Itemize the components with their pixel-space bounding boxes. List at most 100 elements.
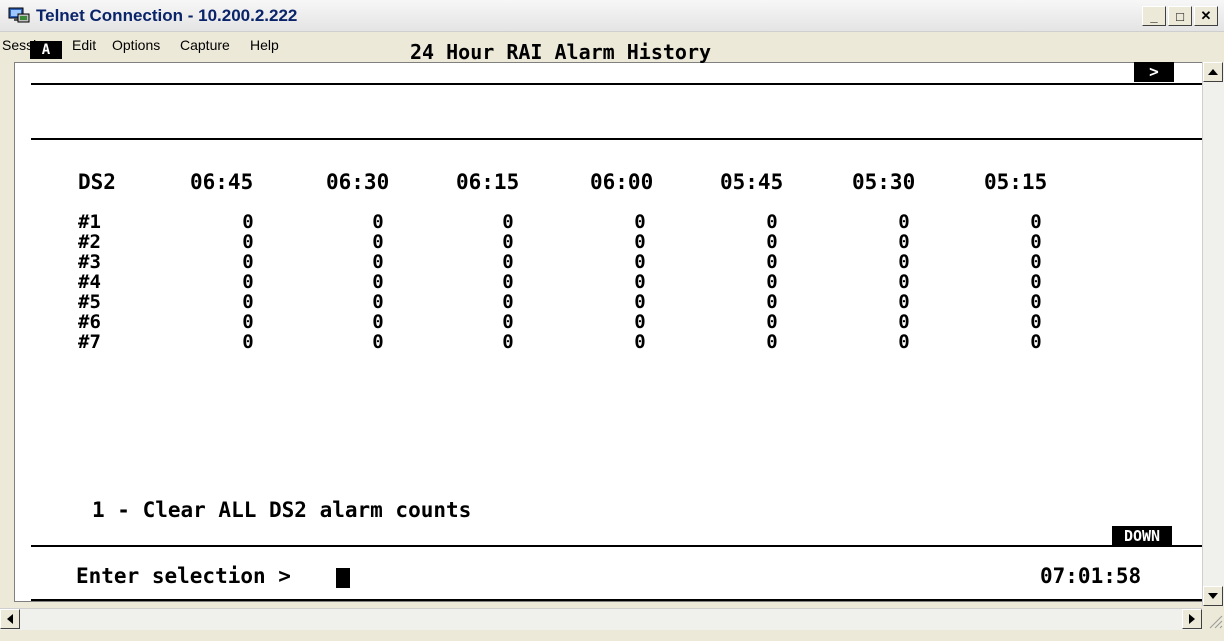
alarm-count-cell: 0 <box>242 291 254 313</box>
alarm-count-cell: 0 <box>634 331 646 353</box>
column-header-time: 05:15 <box>984 170 1048 194</box>
close-icon: ✕ <box>1200 8 1212 23</box>
row-label: #5 <box>78 291 101 313</box>
menu-options[interactable]: Options <box>112 37 160 53</box>
column-header-time: 06:00 <box>590 170 654 194</box>
page-down-indicator[interactable]: DOWN <box>1112 526 1172 546</box>
alarm-count-cell: 0 <box>1030 291 1042 313</box>
alarm-count-cell: 0 <box>898 251 910 273</box>
column-header-time: 06:45 <box>190 170 254 194</box>
alarm-count-cell: 0 <box>898 331 910 353</box>
arrow-down-icon <box>1208 593 1218 599</box>
maximize-icon: □ <box>1176 8 1184 24</box>
alarm-count-cell: 0 <box>634 231 646 253</box>
column-header-time: 06:30 <box>326 170 390 194</box>
row-label: #7 <box>78 331 101 353</box>
column-header-time: 05:30 <box>852 170 916 194</box>
alarm-count-cell: 0 <box>766 311 778 333</box>
alarm-count-cell: 0 <box>1030 231 1042 253</box>
option-clear-all: 1 - Clear ALL DS2 alarm counts <box>92 498 472 522</box>
alarm-count-cell: 0 <box>242 251 254 273</box>
alarm-count-cell: 0 <box>1030 331 1042 353</box>
menu-capture[interactable]: Capture <box>180 37 230 53</box>
alarm-count-cell: 0 <box>898 211 910 233</box>
alarm-count-cell: 0 <box>242 211 254 233</box>
alarm-count-cell: 0 <box>766 251 778 273</box>
footer-rule-top <box>31 545 1202 547</box>
alarm-count-cell: 0 <box>502 211 514 233</box>
alarm-count-cell: 0 <box>1030 271 1042 293</box>
selection-prompt: Enter selection > <box>76 564 291 588</box>
scroll-up-button[interactable] <box>1203 62 1223 82</box>
alarm-count-cell: 0 <box>1030 211 1042 233</box>
footer-rule-bottom <box>31 599 1202 601</box>
alarm-count-cell: 0 <box>372 231 384 253</box>
alarm-count-cell: 0 <box>766 231 778 253</box>
alarm-count-cell: 0 <box>634 211 646 233</box>
row-label: #4 <box>78 271 101 293</box>
alarm-count-cell: 0 <box>502 251 514 273</box>
alarm-count-cell: 0 <box>372 331 384 353</box>
alarm-count-cell: 0 <box>634 271 646 293</box>
alarm-count-cell: 0 <box>766 211 778 233</box>
alarm-count-cell: 0 <box>502 291 514 313</box>
window-title: Telnet Connection - 10.200.2.222 <box>36 6 298 25</box>
menu-edit[interactable]: Edit <box>72 37 96 53</box>
title-bar: Telnet Connection - 10.200.2.222 _ □ ✕ <box>0 0 1224 32</box>
alarm-count-cell: 0 <box>372 291 384 313</box>
telnet-icon[interactable] <box>8 6 30 26</box>
next-page-indicator: > <box>1134 62 1174 82</box>
horizontal-scrollbar[interactable] <box>0 608 1202 630</box>
alarm-count-cell: 0 <box>1030 311 1042 333</box>
maximize-button[interactable]: □ <box>1168 6 1192 26</box>
row-label: #6 <box>78 311 101 333</box>
vertical-scrollbar[interactable] <box>1202 62 1224 606</box>
scroll-down-button[interactable] <box>1203 586 1223 606</box>
screen-id-badge: A <box>30 41 62 59</box>
alarm-count-cell: 0 <box>898 271 910 293</box>
arrow-left-icon <box>7 614 13 624</box>
alarm-count-cell: 0 <box>502 311 514 333</box>
alarm-count-cell: 0 <box>502 271 514 293</box>
close-button[interactable]: ✕ <box>1194 6 1218 26</box>
column-header-time: 06:15 <box>456 170 520 194</box>
header-rule-bottom <box>31 138 1202 140</box>
alarm-count-cell: 0 <box>242 331 254 353</box>
minimize-icon: _ <box>1150 8 1158 24</box>
row-label: #2 <box>78 231 101 253</box>
alarm-count-cell: 0 <box>898 291 910 313</box>
alarm-count-cell: 0 <box>898 231 910 253</box>
alarm-count-cell: 0 <box>1030 251 1042 273</box>
row-label: #3 <box>78 251 101 273</box>
arrow-right-icon <box>1189 614 1195 624</box>
scroll-right-button[interactable] <box>1182 609 1202 629</box>
minimize-button[interactable]: _ <box>1142 6 1166 26</box>
arrow-up-icon <box>1208 69 1218 75</box>
resize-grip-icon <box>1209 615 1223 629</box>
alarm-count-cell: 0 <box>634 251 646 273</box>
alarm-count-cell: 0 <box>372 211 384 233</box>
input-cursor[interactable] <box>336 568 350 588</box>
alarm-count-cell: 0 <box>766 291 778 313</box>
screen-title: 24 Hour RAI Alarm History <box>410 40 712 64</box>
menu-help[interactable]: Help <box>250 37 279 53</box>
row-label: #1 <box>78 211 101 233</box>
header-rule-top <box>31 83 1202 85</box>
alarm-count-cell: 0 <box>372 271 384 293</box>
alarm-count-cell: 0 <box>502 231 514 253</box>
resize-grip[interactable] <box>1202 608 1224 630</box>
alarm-count-cell: 0 <box>372 311 384 333</box>
clock: 07:01:58 <box>1040 564 1142 588</box>
column-header-time: 05:45 <box>720 170 784 194</box>
alarm-count-cell: 0 <box>242 271 254 293</box>
alarm-count-cell: 0 <box>634 291 646 313</box>
alarm-count-cell: 0 <box>766 271 778 293</box>
alarm-count-cell: 0 <box>766 331 778 353</box>
alarm-count-cell: 0 <box>898 311 910 333</box>
alarm-count-cell: 0 <box>242 231 254 253</box>
scroll-left-button[interactable] <box>0 609 20 629</box>
alarm-count-cell: 0 <box>372 251 384 273</box>
alarm-count-cell: 0 <box>242 311 254 333</box>
alarm-count-cell: 0 <box>502 331 514 353</box>
column-header-ds2: DS2 <box>78 170 116 194</box>
